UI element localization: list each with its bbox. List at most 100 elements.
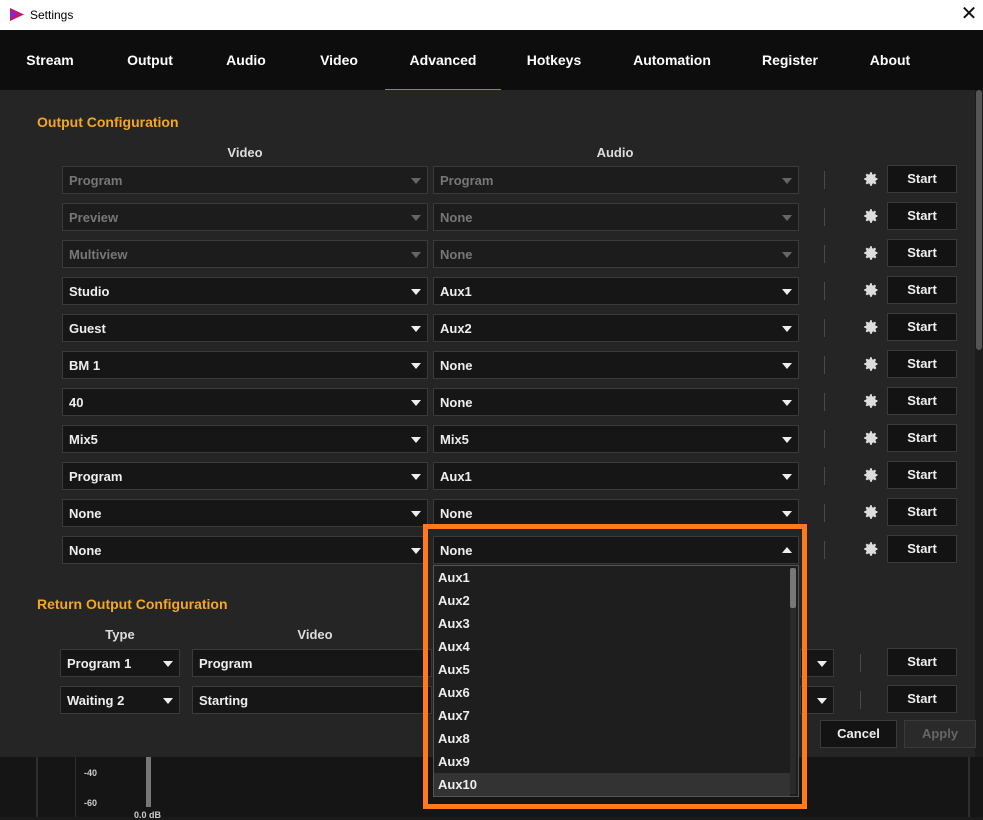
dropdown-option[interactable]: Aux8 xyxy=(434,727,790,750)
tab-advanced[interactable]: Advanced xyxy=(385,30,501,90)
dropdown-option[interactable]: Aux2 xyxy=(434,589,790,612)
start-button[interactable]: Start xyxy=(887,276,957,304)
gear-icon[interactable] xyxy=(863,541,879,557)
audio-source-dropdown[interactable]: Aux1 xyxy=(433,462,799,490)
divider xyxy=(75,757,76,817)
start-button[interactable]: Start xyxy=(887,461,957,489)
audio-column-header: Audio xyxy=(596,145,634,160)
tab-audio[interactable]: Audio xyxy=(218,30,274,90)
chevron-down-icon xyxy=(782,178,792,184)
chevron-down-icon xyxy=(782,215,792,221)
audio-source-value: None xyxy=(440,543,473,558)
video-source-dropdown[interactable]: BM 1 xyxy=(62,351,428,379)
dropdown-option[interactable]: Aux6 xyxy=(434,681,790,704)
chevron-down-icon xyxy=(782,252,792,258)
return-start-button[interactable]: Start xyxy=(887,648,957,676)
tab-hotkeys[interactable]: Hotkeys xyxy=(522,30,586,90)
panel-scrollbar[interactable] xyxy=(975,90,983,757)
dropdown-option[interactable]: Aux4 xyxy=(434,635,790,658)
start-button[interactable]: Start xyxy=(887,202,957,230)
start-button[interactable]: Start xyxy=(887,165,957,193)
audio-source-value: Program xyxy=(440,173,494,188)
start-button[interactable]: Start xyxy=(887,424,957,452)
return-audio-dropdown[interactable] xyxy=(800,649,834,677)
video-source-dropdown[interactable]: Program xyxy=(62,462,428,490)
audio-source-dropdown[interactable]: Program xyxy=(433,166,799,194)
audio-dropdown-list[interactable]: Aux1 Aux2 Aux3 Aux4 Aux5 Aux6 Aux7 Aux8 Aux9 Aux1… xyxy=(433,565,799,797)
tab-video[interactable]: Video xyxy=(312,30,366,90)
return-type-dropdown[interactable]: Waiting 2 xyxy=(60,686,180,714)
audio-source-dropdown[interactable]: Aux2 xyxy=(433,314,799,342)
tab-register[interactable]: Register xyxy=(756,30,824,90)
audio-source-dropdown[interactable]: None xyxy=(433,388,799,416)
tab-automation[interactable]: Automation xyxy=(626,30,718,90)
close-icon[interactable]: ✕ xyxy=(955,0,983,30)
audio-source-dropdown[interactable]: None xyxy=(433,203,799,231)
video-source-value: None xyxy=(69,543,102,558)
gear-icon[interactable] xyxy=(863,467,879,483)
gear-icon[interactable] xyxy=(863,319,879,335)
video-source-value: Program xyxy=(69,469,123,484)
return-video-dropdown[interactable]: Starting xyxy=(192,686,432,714)
video-source-dropdown[interactable]: Guest xyxy=(62,314,428,342)
audio-source-dropdown[interactable]: Aux1 xyxy=(433,277,799,305)
gear-icon[interactable] xyxy=(863,356,879,372)
tab-output[interactable]: Output xyxy=(116,30,184,90)
return-audio-dropdown[interactable] xyxy=(800,686,834,714)
tab-about[interactable]: About xyxy=(864,30,916,90)
list-scrollbar[interactable] xyxy=(790,568,796,794)
video-source-dropdown[interactable]: Program xyxy=(62,166,428,194)
audio-source-dropdown[interactable]: None xyxy=(433,536,799,564)
dropdown-option[interactable]: Aux5 xyxy=(434,658,790,681)
audio-source-dropdown[interactable]: None xyxy=(433,499,799,527)
video-source-dropdown[interactable]: Multiview xyxy=(62,240,428,268)
gear-icon[interactable] xyxy=(863,393,879,409)
cancel-button[interactable]: Cancel xyxy=(820,720,897,748)
gear-icon[interactable] xyxy=(863,504,879,520)
start-button[interactable]: Start xyxy=(887,239,957,267)
return-type-dropdown[interactable]: Program 1 xyxy=(60,649,180,677)
start-button[interactable]: Start xyxy=(887,535,957,563)
video-source-dropdown[interactable]: Studio xyxy=(62,277,428,305)
gear-icon[interactable] xyxy=(863,282,879,298)
dropdown-option[interactable]: Aux10 xyxy=(434,773,790,796)
separator xyxy=(824,245,825,263)
return-start-button[interactable]: Start xyxy=(887,685,957,713)
video-source-dropdown[interactable]: Preview xyxy=(62,203,428,231)
gear-icon[interactable] xyxy=(863,245,879,261)
return-type-value: Program 1 xyxy=(67,656,132,671)
gear-icon[interactable] xyxy=(863,171,879,187)
scrollbar-thumb[interactable] xyxy=(976,90,982,350)
list-scrollbar-thumb[interactable] xyxy=(790,568,796,608)
video-source-dropdown[interactable]: 40 xyxy=(62,388,428,416)
start-button[interactable]: Start xyxy=(887,350,957,378)
chevron-down-icon xyxy=(782,363,792,369)
audio-source-dropdown[interactable]: None xyxy=(433,351,799,379)
separator xyxy=(824,319,825,337)
tab-stream[interactable]: Stream xyxy=(18,30,82,90)
dropdown-option[interactable]: Aux7 xyxy=(434,704,790,727)
dropdown-option[interactable]: Aux1 xyxy=(434,566,790,589)
settings-window: Settings ✕ Stream Output Audio Video Adv… xyxy=(0,0,983,820)
chevron-down-icon xyxy=(411,363,421,369)
video-source-dropdown[interactable]: Mix5 xyxy=(62,425,428,453)
title-bar: Settings ✕ xyxy=(0,0,983,30)
start-button[interactable]: Start xyxy=(887,498,957,526)
gear-icon[interactable] xyxy=(863,430,879,446)
gear-icon[interactable] xyxy=(863,208,879,224)
start-button[interactable]: Start xyxy=(887,387,957,415)
audio-source-value: None xyxy=(440,247,473,262)
separator xyxy=(824,171,825,189)
apply-button[interactable]: Apply xyxy=(904,720,976,748)
audio-source-dropdown[interactable]: None xyxy=(433,240,799,268)
chevron-down-icon xyxy=(782,289,792,295)
video-source-dropdown[interactable]: None xyxy=(62,536,428,564)
return-video-dropdown[interactable]: Program xyxy=(192,649,432,677)
dropdown-option[interactable]: Aux9 xyxy=(434,750,790,773)
dropdown-option[interactable]: Aux3 xyxy=(434,612,790,635)
video-source-dropdown[interactable]: None xyxy=(62,499,428,527)
output-config-title: Output Configuration xyxy=(37,114,179,130)
start-button[interactable]: Start xyxy=(887,313,957,341)
return-config-title: Return Output Configuration xyxy=(37,596,228,612)
audio-source-dropdown[interactable]: Mix5 xyxy=(433,425,799,453)
